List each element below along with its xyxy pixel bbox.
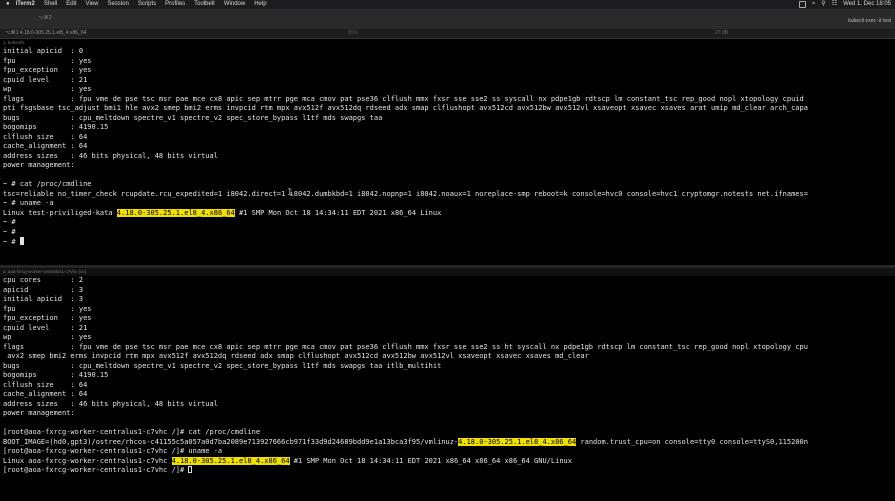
terminal-line: cpuid level : 21 <box>3 323 88 332</box>
uname-output-bottom: Linux aoa-fxrcg-worker-centralus1-c7vhc … <box>3 456 572 465</box>
tab-bar: ⌥⌘1 4.18.0-305.25.1.el8_4.x86_64 85% 27.… <box>0 29 895 39</box>
terminal-line: tsc=reliable no_timer_check rcupdate.rcu… <box>3 189 808 198</box>
wifi-icon[interactable]: ≈ <box>812 0 815 9</box>
control-center-icon[interactable]: ☷ <box>832 0 837 9</box>
terminal-output-top: initial apicid : 0 fpu : yes fpu_excepti… <box>0 47 895 248</box>
terminal-line: fpu_exception : yes <box>3 314 92 322</box>
terminal-line: cache_alignment : 64 <box>3 142 88 150</box>
terminal-line: [root@aoa-fxrcg-worker-centralus1-c7vhc … <box>3 428 261 436</box>
terminal-line: fpu_exception : yes <box>3 66 92 74</box>
window-titlebar[interactable]: ⌥⌘2 kubectl exec -it test <box>0 9 895 29</box>
shell-prompt-active[interactable]: ~ # <box>3 237 24 246</box>
menu-window[interactable]: Window <box>224 0 245 9</box>
shell-prompt-active[interactable]: [root@aoa-fxrcg-worker-centralus1-c7vhc … <box>3 466 193 474</box>
status-icon-1[interactable] <box>798 1 806 8</box>
uname-suffix: #1 SMP Mon Oct 18 14:34:11 EDT 2021 x86_… <box>234 208 442 217</box>
terminal-line: ~ # cat /proc/cmdline <box>3 180 92 188</box>
menu-session[interactable]: Session <box>107 0 128 9</box>
menu-profiles[interactable]: Profiles <box>165 0 185 9</box>
terminal-line: bogomips : 4190.15 <box>3 371 109 379</box>
menubar-clock[interactable]: Wed 1. Dec 18:05 <box>843 0 891 9</box>
terminal-line: flags : fpu vme de pse tsc msr pae mce c… <box>3 94 804 103</box>
terminal-line: cpuid level : 21 <box>3 75 88 84</box>
terminal-pane-top[interactable]: 1. kubectl1 initial apicid : 0 fpu : yes… <box>0 39 895 265</box>
kernel-version-highlight: 4.18.0-305.25.1.el8_4.x86_64 <box>171 456 290 465</box>
terminal-line: address sizes : 46 bits physical, 48 bit… <box>3 399 218 408</box>
terminal-line: bogomips : 4190.15 <box>3 123 109 131</box>
terminal-line: fpu : yes <box>3 304 92 313</box>
terminal-line: cache_alignment : 64 <box>3 390 88 398</box>
tab-status-percent: 85% <box>348 30 359 36</box>
terminal-line: initial apicid : 0 <box>3 47 84 55</box>
boot-cmdline-output: BOOT_IMAGE=(hd0,gpt3)/ostree/rhcos-c4115… <box>3 437 808 446</box>
menu-scripts[interactable]: Scripts <box>138 0 156 9</box>
terminal-output-bottom: cpu cores : 2 apicid : 3 initial apicid … <box>0 276 895 476</box>
terminal-line: bugs : cpu_meltdown spectre_v1 spectre_v… <box>3 361 442 370</box>
terminal-line: address sizes : 46 bits physical, 48 bit… <box>3 151 218 160</box>
terminal-line: [root@aoa-fxrcg-worker-centralus1-c7vhc … <box>3 447 223 455</box>
boot-suffix: random.trust_cpu=on console=tty0 console… <box>576 437 808 446</box>
menu-iterm2[interactable]: iTerm2 <box>16 0 35 9</box>
shell-prompt: ~ # <box>3 227 16 236</box>
pane-label-bottom: 2. aoa-fxrcg-worker-centralus1-c7vhc (oc… <box>0 268 895 276</box>
shell-prompt: ~ # <box>3 218 16 226</box>
terminal-line: clflush size : 64 <box>3 132 88 141</box>
menu-toolbelt[interactable]: Toolbelt <box>194 0 215 9</box>
tab-kubectl[interactable]: ⌥⌘1 4.18.0-305.25.1.el8_4.x86_64 <box>5 29 86 38</box>
apple-icon[interactable]: ● <box>6 0 10 9</box>
terminal-line: initial apicid : 3 <box>3 295 84 303</box>
terminal-line: power management: <box>3 161 75 169</box>
terminal-line: pti fsgsbase tsc_adjust bmi1 hle avx2 sm… <box>3 104 808 112</box>
status-area: ≈ ⚲ ☷ Wed 1. Dec 18:05 <box>798 0 891 9</box>
shell-prompt: [root@aoa-fxrcg-worker-centralus1-c7vhc … <box>3 466 189 474</box>
terminal-line: avx2 smep bmi2 erms invpcid rtm mpx avx5… <box>3 352 589 360</box>
terminal-cursor-inactive <box>188 466 193 473</box>
pane-label-top: 1. kubectl1 <box>3 40 25 45</box>
terminal-line: bugs : cpu_meltdown spectre_v1 spectre_v… <box>3 113 383 122</box>
terminal-cursor <box>19 237 24 245</box>
kernel-version-highlight: 4.18.0-305.25.1.el8_4.x86_64 <box>116 208 235 217</box>
terminal-pane-bottom[interactable]: 2. aoa-fxrcg-worker-centralus1-c7vhc (oc… <box>0 268 895 501</box>
menu-help[interactable]: Help <box>254 0 266 9</box>
window-title-right: kubectl exec -it test <box>848 18 891 24</box>
terminal-line: clflush size : 64 <box>3 380 88 389</box>
macos-menubar: ● iTerm2 Shell Edit View Session Scripts… <box>0 0 895 9</box>
uname-output-top: Linux test-priviliged-kata 4.18.0-305.25… <box>3 208 442 217</box>
terminal-line: power management: <box>3 409 75 417</box>
terminal-line: ~ # uname -a <box>3 199 54 207</box>
boot-prefix: BOOT_IMAGE=(hd0,gpt3)/ostree/rhcos-c4115… <box>3 437 459 446</box>
terminal-line: apicid : 3 <box>3 285 84 294</box>
terminal-line: fpu : yes <box>3 56 92 65</box>
terminal-line: wp : yes <box>3 85 92 93</box>
tab-status-size: 27.0B <box>715 30 729 36</box>
search-icon[interactable]: ⚲ <box>821 0 825 9</box>
menu-shell[interactable]: Shell <box>44 0 57 9</box>
kernel-version-highlight: 4.18.0-305.25.1.el8_4.x86_64 <box>458 437 577 446</box>
menu-edit[interactable]: Edit <box>66 0 76 9</box>
window-title-left: ⌥⌘2 <box>38 15 52 21</box>
uname-prefix: Linux test-priviliged-kata <box>3 208 117 217</box>
terminal-line: flags : fpu vme de pse tsc msr pae mce c… <box>3 342 808 351</box>
terminal-line: wp : yes <box>3 333 92 341</box>
terminal-line: cpu cores : 2 <box>3 276 84 284</box>
shell-prompt: ~ # <box>3 238 20 246</box>
uname-suffix: #1 SMP Mon Oct 18 14:34:11 EDT 2021 x86_… <box>289 456 572 465</box>
ibeam-cursor-icon: I <box>287 188 293 198</box>
uname-prefix: Linux aoa-fxrcg-worker-centralus1-c7vhc <box>3 456 172 465</box>
menu-view[interactable]: View <box>86 0 99 9</box>
